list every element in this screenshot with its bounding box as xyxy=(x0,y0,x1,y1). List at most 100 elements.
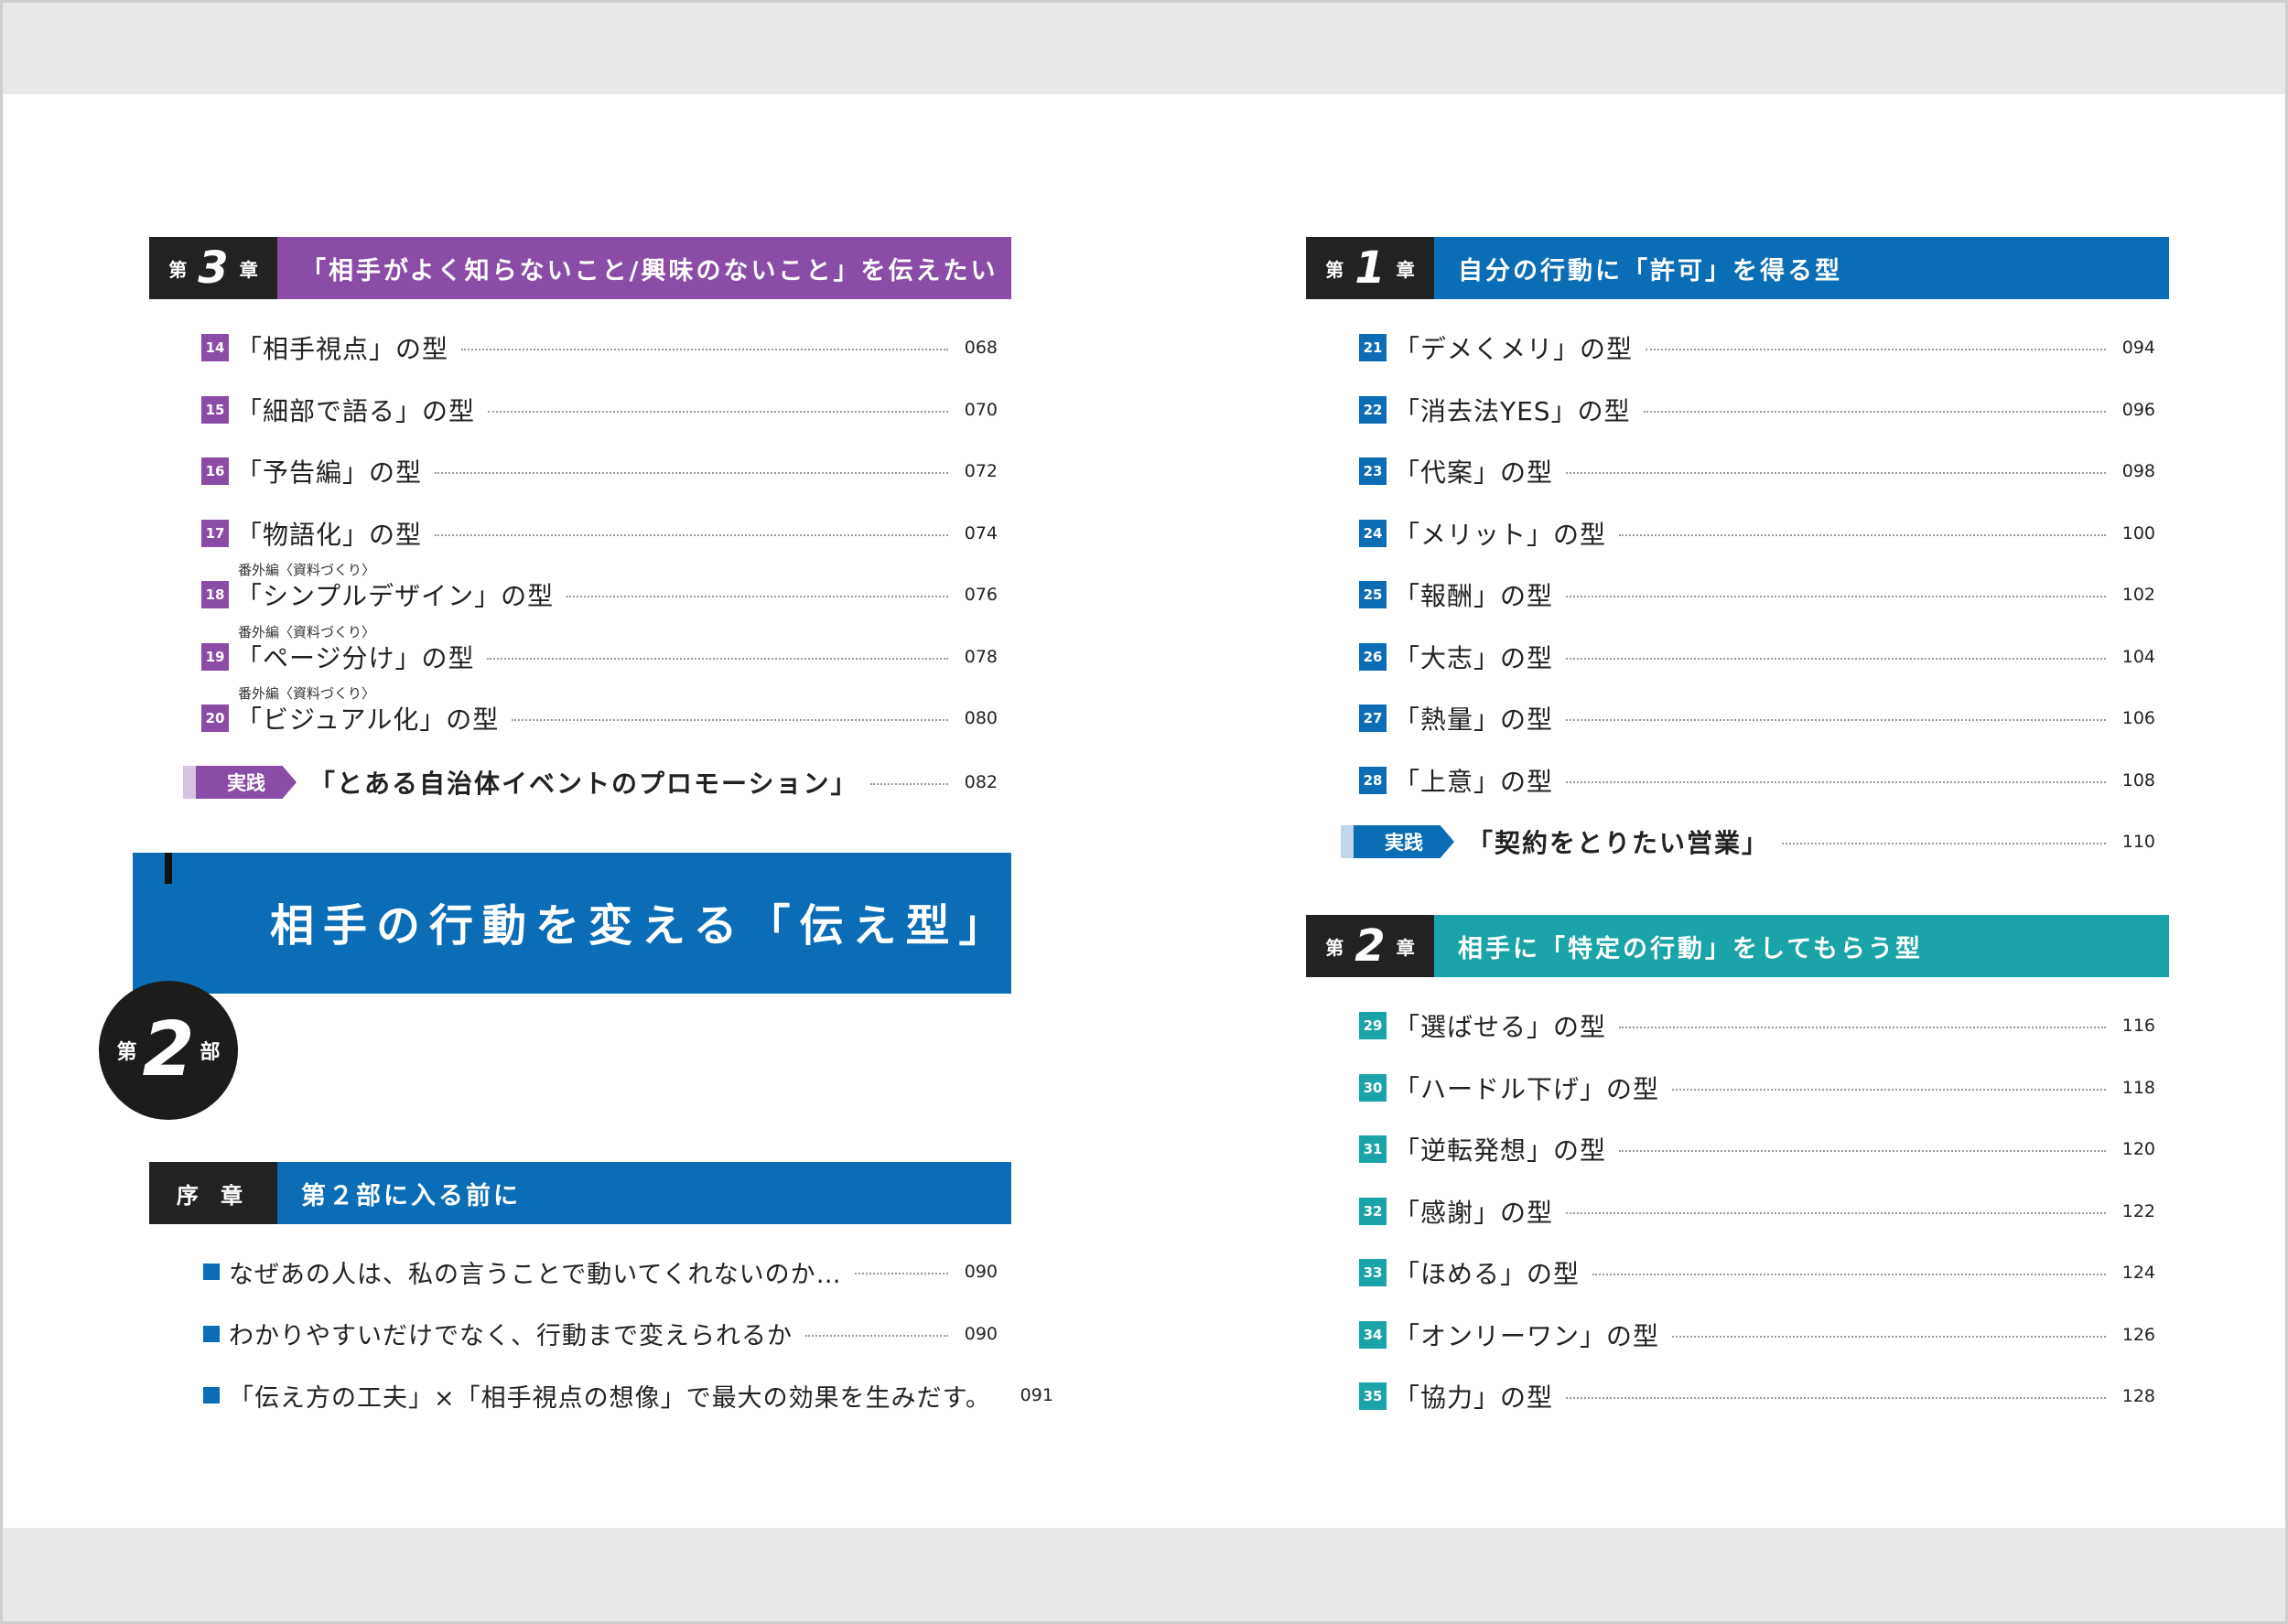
part-number: 2 xyxy=(142,1006,195,1093)
leader-dots xyxy=(854,1273,948,1274)
chapter-prefix: 第 xyxy=(1325,936,1344,959)
page-number: 080 xyxy=(964,708,998,728)
toc-row[interactable]: 18 「シンプルデザイン」の型 076 xyxy=(201,576,998,613)
item-title: 「報酬」の型 xyxy=(1394,581,1554,611)
leader-dots xyxy=(1643,410,2106,413)
leader-dots xyxy=(1619,1027,2106,1028)
part-2-title: 相手の行動を変える「伝え型」 xyxy=(270,900,1012,952)
toc-row[interactable]: 「伝え方の工夫」×「相手視点の想像」で最大の効果を生みだす。 091 xyxy=(198,1377,1053,1414)
toc-row[interactable]: 20 「ビジュアル化」の型 080 xyxy=(201,700,998,737)
leader-dots xyxy=(1619,533,2106,536)
item-number-badge: 31 xyxy=(1359,1135,1387,1163)
toc-row[interactable]: 26 「大志」の型 104 xyxy=(1359,639,2155,675)
item-title: 「シンプルデザイン」の型 xyxy=(236,581,555,611)
page-number: 124 xyxy=(2121,1263,2155,1283)
page-number: 116 xyxy=(2121,1016,2155,1036)
leader-dots xyxy=(805,1334,948,1337)
item-title: 「ビジュアル化」の型 xyxy=(236,704,500,735)
toc-row[interactable]: 34 「オンリーワン」の型 126 xyxy=(1359,1317,2155,1353)
item-number-badge: 19 xyxy=(201,642,229,671)
toc-row[interactable]: 29 「選ばせる」の型 116 xyxy=(1359,1007,2155,1044)
toc-row[interactable]: 32 「感謝」の型 122 xyxy=(1359,1193,2155,1230)
bullet-square xyxy=(203,1264,220,1280)
toc-row[interactable]: 23 「代案」の型 098 xyxy=(1359,453,2155,489)
jissen-title: 「とある自治体イベントのプロモーション」 xyxy=(309,769,858,799)
item-title: 「細部で語る」の型 xyxy=(236,395,476,426)
toc-row[interactable]: 24 「メリット」の型 100 xyxy=(1359,515,2155,552)
item-number-badge: 20 xyxy=(201,704,229,732)
chapter-suffix: 章 xyxy=(239,258,258,281)
item-title: 「大志」の型 xyxy=(1394,642,1554,673)
item-number-badge: 16 xyxy=(201,457,229,485)
part-prefix: 第 xyxy=(116,1041,137,1064)
item-title: 「上意」の型 xyxy=(1394,766,1554,797)
item-number-badge: 22 xyxy=(1359,395,1387,424)
page-number: 126 xyxy=(2121,1324,2155,1345)
toc-row[interactable]: 31 「逆転発想」の型 120 xyxy=(1359,1131,2155,1167)
toc-row[interactable]: 21 「デメくメリ」の型 094 xyxy=(1359,329,2155,366)
item-title: なぜあの人は、私の言うことで動いてくれないのか… xyxy=(229,1260,842,1289)
toc-row[interactable]: 25 「報酬」の型 102 xyxy=(1359,576,2155,613)
toc-row[interactable]: 30 「ハードル下げ」の型 118 xyxy=(1359,1070,2155,1106)
page-number: 068 xyxy=(964,338,998,358)
leader-dots xyxy=(1592,1274,2106,1275)
chapter-number: 2 xyxy=(1354,920,1386,972)
item-number-badge: 32 xyxy=(1359,1197,1387,1225)
item-number-badge: 33 xyxy=(1359,1259,1387,1286)
toc-row[interactable]: 35 「協力」の型 128 xyxy=(1359,1378,2155,1414)
toc-row[interactable]: なぜあの人は、私の言うことで動いてくれないのか… 090 xyxy=(198,1253,998,1290)
leader-dots xyxy=(1566,657,2106,660)
toc-row[interactable]: 17 「物語化」の型 074 xyxy=(201,515,998,552)
page-number: 076 xyxy=(964,585,998,605)
item-title: 「ほめる」の型 xyxy=(1394,1259,1581,1289)
part-banner-tick xyxy=(165,853,172,884)
page-number: 106 xyxy=(2121,708,2155,728)
chapter-number-box: 第 1 章 xyxy=(1306,237,1434,299)
item-title: 「代案」の型 xyxy=(1394,457,1554,488)
toc-row[interactable]: 14 「相手視点」の型 068 xyxy=(201,329,998,366)
item-title: 「デメくメリ」の型 xyxy=(1394,334,1634,364)
page-number: 122 xyxy=(2121,1200,2155,1221)
chapter-number: 3 xyxy=(198,242,229,294)
item-number-badge: 34 xyxy=(1359,1320,1387,1349)
toc-row[interactable]: 28 「上意」の型 108 xyxy=(1359,762,2155,799)
item-title: 「メリット」の型 xyxy=(1394,519,1607,550)
leader-dots xyxy=(1672,1335,2106,1338)
toc-row[interactable]: 33 「ほめる」の型 124 xyxy=(1359,1254,2155,1291)
item-number-badge: 26 xyxy=(1359,642,1387,671)
page-number: 098 xyxy=(2121,461,2155,481)
prologue-title: 第２部に入る前に xyxy=(277,1162,1011,1224)
toc-row[interactable]: 22 「消去法YES」の型 096 xyxy=(1359,392,2155,428)
item-number-badge: 30 xyxy=(1359,1073,1387,1102)
item-title: わかりやすいだけでなく、行動まで変えられるか xyxy=(229,1322,793,1350)
page-number: 090 xyxy=(964,1262,998,1282)
jissen-row[interactable]: 実践 「とある自治体イベントのプロモーション」 082 xyxy=(183,764,998,801)
item-title: 「感謝」の型 xyxy=(1394,1197,1554,1228)
item-title: 「協力」の型 xyxy=(1394,1382,1554,1413)
page-number: 110 xyxy=(2121,832,2155,852)
page-number: 090 xyxy=(964,1323,998,1344)
chapter-3-header: 第 3 章 「相手がよく知らないこと/興味のないこと」を伝えたい xyxy=(149,237,1011,299)
chapter-title: 「相手がよく知らないこと/興味のないこと」を伝えたい xyxy=(277,237,1011,299)
page-number: 128 xyxy=(2121,1386,2155,1406)
toc-row[interactable]: 27 「熱量」の型 106 xyxy=(1359,700,2155,737)
item-title: 「消去法YES」の型 xyxy=(1394,395,1631,426)
toc-row[interactable]: 19 「ページ分け」の型 078 xyxy=(201,639,998,675)
leader-dots xyxy=(487,657,948,660)
toc-row[interactable]: 15 「細部で語る」の型 070 xyxy=(201,392,998,428)
leader-dots xyxy=(1672,1088,2106,1091)
item-note: 番外編〈資料づくり〉 xyxy=(238,623,376,640)
item-note: 番外編〈資料づくり〉 xyxy=(238,562,376,578)
leader-dots xyxy=(488,410,948,413)
jissen-row[interactable]: 実践 「契約をとりたい営業」 110 xyxy=(1341,823,2155,860)
chapter-prefix: 第 xyxy=(168,258,188,281)
toc-row[interactable]: 16 「予告編」の型 072 xyxy=(201,453,998,489)
item-title: 「熱量」の型 xyxy=(1394,704,1554,735)
chapter-number: 1 xyxy=(1354,242,1386,294)
page-number: 120 xyxy=(2121,1139,2155,1159)
page-number: 100 xyxy=(2121,522,2155,543)
toc-row[interactable]: わかりやすいだけでなく、行動まで変えられるか 090 xyxy=(198,1316,998,1352)
item-number-badge: 28 xyxy=(1359,766,1387,794)
item-title: 「物語化」の型 xyxy=(236,519,423,550)
leader-dots xyxy=(1566,780,2106,783)
